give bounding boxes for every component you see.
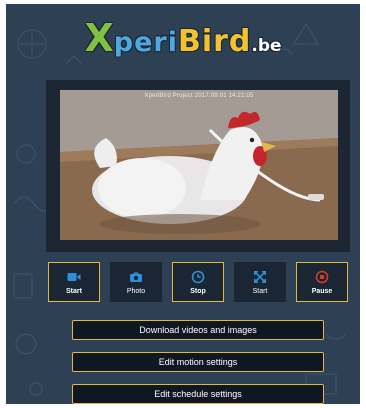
edit-schedule-settings-button[interactable]: Edit schedule settings <box>72 384 324 404</box>
camera-timestamp: XperiBird Project 2017.09.01 14:21:05 <box>144 93 254 99</box>
stop-label: Stop <box>190 287 206 295</box>
logo-text-bird: Bird <box>177 24 252 59</box>
photo-button[interactable]: Photo <box>110 262 162 302</box>
logo-text-peri: peri <box>113 27 178 58</box>
camera-image <box>60 90 338 240</box>
download-media-button[interactable]: Download videos and images <box>72 320 324 340</box>
logo-suffix: .be <box>251 36 282 56</box>
clock-icon <box>191 270 205 283</box>
video-camera-icon <box>67 272 81 281</box>
site-logo[interactable]: X peri Bird .be <box>6 16 360 60</box>
camera-icon <box>130 272 142 282</box>
start-video-label: Start <box>66 287 82 295</box>
app-frame: X peri Bird .be XperiBird Project 2017.0… <box>6 4 360 404</box>
move-arrows-icon <box>254 270 266 283</box>
stop-circle-icon <box>315 270 329 283</box>
start-video-button[interactable]: Start <box>48 262 100 302</box>
camera-controls: Start Photo Stop Start Pause <box>48 262 348 302</box>
logo-letter-x: X <box>84 16 114 60</box>
pause-label: Pause <box>311 287 333 295</box>
start-motion-button[interactable]: Start <box>234 262 286 302</box>
photo-label: Photo <box>126 287 146 295</box>
start-motion-label: Start <box>252 287 268 295</box>
stop-button[interactable]: Stop <box>172 262 224 302</box>
video-panel: XperiBird Project 2017.09.01 14:21:05 <box>46 80 350 252</box>
edit-motion-settings-button[interactable]: Edit motion settings <box>72 352 324 372</box>
camera-stream: XperiBird Project 2017.09.01 14:21:05 <box>60 90 338 240</box>
pause-button[interactable]: Pause <box>296 262 348 302</box>
